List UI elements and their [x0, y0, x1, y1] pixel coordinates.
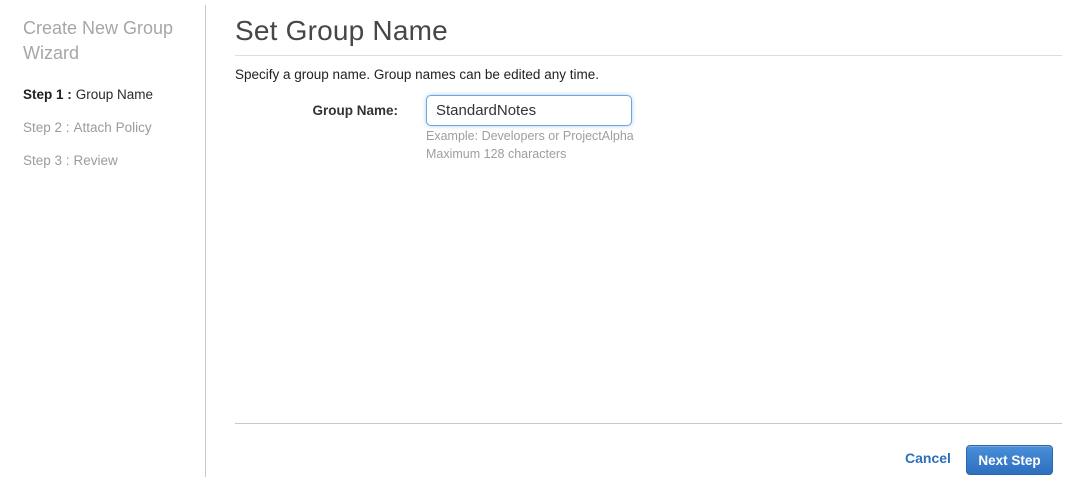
- next-step-button[interactable]: Next Step: [966, 445, 1053, 475]
- wizard-title: Create New Group Wizard: [23, 18, 174, 63]
- sidebar-step-attach-policy: Step 2 : Attach Policy: [23, 120, 152, 135]
- page-title: Set Group Name: [235, 15, 448, 46]
- group-name-label: Group Name:: [312, 103, 398, 118]
- step-label: Attach Policy: [73, 120, 152, 135]
- step-label: Group Name: [75, 87, 154, 102]
- sidebar-step-review: Step 3 : Review: [23, 153, 118, 168]
- sidebar-divider: [205, 5, 206, 477]
- group-name-maxlength-hint: Maximum 128 characters: [426, 147, 567, 161]
- sidebar-step-group-name: Step 1 : Group Name: [23, 87, 153, 102]
- title-divider: [235, 55, 1062, 56]
- step-prefix: Step 2 :: [23, 120, 70, 135]
- page-description: Specify a group name. Group names can be…: [235, 67, 599, 82]
- footer-divider: [235, 423, 1062, 424]
- step-prefix: Step 1 :: [23, 87, 72, 102]
- cancel-button[interactable]: Cancel: [905, 450, 951, 466]
- group-name-input[interactable]: [426, 95, 632, 126]
- group-name-example-hint: Example: Developers or ProjectAlpha: [426, 129, 634, 143]
- step-prefix: Step 3 :: [23, 153, 70, 168]
- step-label: Review: [73, 153, 118, 168]
